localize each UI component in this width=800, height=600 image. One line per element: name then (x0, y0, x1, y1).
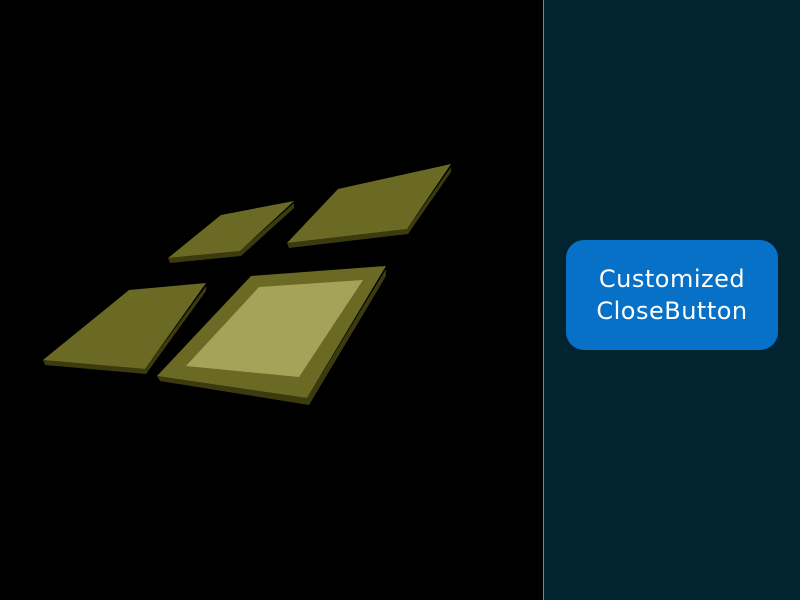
close-button-label-line2: CloseButton (596, 297, 748, 325)
3d-viewport[interactable] (0, 0, 543, 600)
tile-top-right[interactable] (287, 164, 451, 248)
side-panel: Customized CloseButton (544, 0, 800, 600)
tile-scene (43, 164, 451, 405)
close-button-label-line1: Customized (598, 265, 746, 293)
app-window: Customized CloseButton (0, 0, 800, 600)
customized-close-button[interactable]: Customized CloseButton (566, 240, 778, 350)
tile-top-left-face (168, 201, 294, 258)
tile-top-left[interactable] (168, 201, 294, 263)
